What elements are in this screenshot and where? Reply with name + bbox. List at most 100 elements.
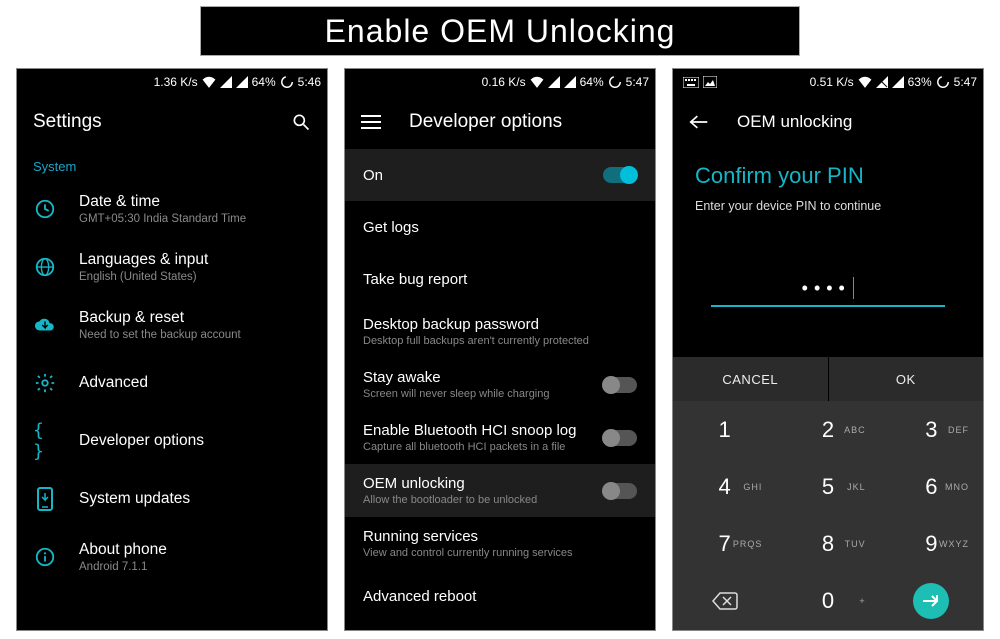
settings-item[interactable]: About phoneAndroid 7.1.1 [17, 528, 327, 586]
settings-item[interactable]: Backup & reset Need to set the backup acc… [17, 296, 327, 354]
keypad-key-4[interactable]: 4GHI [673, 458, 776, 515]
numeric-keypad: 12ABC3DEF4GHI5JKL6MNO7PRQS8TUV9WXYZ0+ [673, 401, 983, 630]
ok-button[interactable]: OK [828, 357, 984, 401]
toggle-switch[interactable] [603, 167, 637, 183]
clock-text: 5:47 [954, 75, 977, 89]
key-letters: JKL [847, 482, 866, 492]
status-bar: 0.16 K/s 64% 5:47 [345, 69, 655, 95]
developer-item[interactable]: Take bug report [345, 253, 655, 305]
toggle-switch[interactable] [603, 483, 637, 499]
oem-app-bar: OEM unlocking [673, 95, 983, 149]
cancel-button[interactable]: CANCEL [673, 357, 828, 401]
menu-icon[interactable] [361, 114, 381, 130]
cloud-icon [33, 313, 57, 337]
net-speed: 0.16 K/s [482, 75, 526, 89]
phones-row: 1.36 K/s 64% 5:46 Settings System Date &… [16, 68, 984, 631]
keypad-key-6[interactable]: 6MNO [880, 458, 983, 515]
item-sub: English (United States) [79, 271, 311, 283]
key-digit: 3 [925, 417, 937, 443]
key-digit: 2 [822, 417, 834, 443]
info-icon [33, 545, 57, 569]
wifi-icon [530, 76, 544, 88]
item-label: OEM unlocking [363, 475, 603, 492]
braces-icon: { } [33, 429, 57, 453]
keypad-key-5[interactable]: 5JKL [776, 458, 879, 515]
item-label: On [363, 167, 603, 184]
cursor [853, 277, 855, 299]
battery-text: 64% [580, 75, 604, 89]
clock-text: 5:46 [298, 75, 321, 89]
section-system: System [17, 149, 327, 180]
toggle-switch[interactable] [603, 377, 637, 393]
settings-item[interactable]: Advanced [17, 354, 327, 412]
item-label: Backup & reset [79, 309, 311, 327]
developer-item[interactable]: Desktop backup passwordDesktop full back… [345, 305, 655, 358]
item-label: Get logs [363, 219, 637, 236]
keypad-key-2[interactable]: 2ABC [776, 401, 879, 458]
item-sub: Screen will never sleep while charging [363, 388, 603, 400]
confirm-pin-title: Confirm your PIN [673, 149, 983, 195]
keypad-key-7[interactable]: 7PRQS [673, 516, 776, 573]
item-sub: View and control currently running servi… [363, 547, 637, 559]
item-sub: Desktop full backups aren't currently pr… [363, 335, 637, 347]
settings-list: Date & time GMT+05:30 India Standard Time… [17, 180, 327, 586]
settings-item[interactable]: System updates [17, 470, 327, 528]
item-sub: Need to set the backup account [79, 329, 311, 341]
page-title: OEM unlocking [737, 112, 852, 132]
status-bar: 0.51 K/s 63% 5:47 [673, 69, 983, 95]
signal-icon [220, 76, 232, 88]
settings-item[interactable]: { } Developer options [17, 412, 327, 470]
key-letters: TUV [845, 539, 866, 549]
keypad-key-8[interactable]: 8TUV [776, 516, 879, 573]
developer-item[interactable]: OEM unlockingAllow the bootloader to be … [345, 464, 655, 517]
keypad-key-9[interactable]: 9WXYZ [880, 516, 983, 573]
settings-item[interactable]: Languages & inputEnglish (United States) [17, 238, 327, 296]
key-digit: 7 [719, 531, 731, 557]
keypad-key-0[interactable]: 0+ [776, 573, 879, 630]
phone-developer-options: 0.16 K/s 64% 5:47 Developer options On Ge… [344, 68, 656, 631]
pin-field-container: •••• [673, 223, 983, 319]
developer-item[interactable]: Stay awake Screen will never sleep while … [345, 358, 655, 411]
item-label: System updates [79, 490, 311, 508]
wifi-icon [202, 76, 216, 88]
item-sub: GMT+05:30 India Standard Time [79, 213, 311, 225]
developer-item[interactable]: Enable Bluetooth HCI snoop logCapture al… [345, 411, 655, 464]
keypad-key-1[interactable]: 1 [673, 401, 776, 458]
phone-oem-pin: 0.51 K/s 63% 5:47 OEM unlocking Confirm … [672, 68, 984, 631]
signal-icon-2 [892, 76, 904, 88]
dialog-actions: CANCEL OK [673, 357, 983, 401]
key-letters: PRQS [733, 539, 763, 549]
net-speed: 1.36 K/s [154, 75, 198, 89]
toggle-switch[interactable] [603, 430, 637, 446]
pin-input[interactable]: •••• [711, 271, 945, 307]
item-label: Advanced reboot [363, 588, 637, 605]
backspace-icon [712, 592, 738, 610]
developer-app-bar: Developer options [345, 95, 655, 149]
update-icon [33, 487, 57, 511]
key-letters: + [859, 596, 865, 606]
enter-key[interactable] [880, 573, 983, 630]
developer-item[interactable]: On [345, 149, 655, 201]
keypad-key-3[interactable]: 3DEF [880, 401, 983, 458]
item-label: Developer options [79, 432, 311, 450]
image-icon [703, 76, 717, 88]
developer-item[interactable]: Get logs [345, 201, 655, 253]
enter-icon [913, 583, 949, 619]
search-icon[interactable] [291, 112, 311, 132]
item-label: Running services [363, 528, 637, 545]
settings-item[interactable]: Date & time GMT+05:30 India Standard Time [17, 180, 327, 238]
developer-item[interactable]: Running services View and control current… [345, 517, 655, 570]
item-sub: Capture all bluetooth HCI packets in a f… [363, 441, 603, 453]
developer-item[interactable]: Advanced reboot [345, 570, 655, 622]
pin-dots: •••• [802, 278, 851, 299]
key-digit: 6 [925, 474, 937, 500]
back-icon[interactable] [689, 114, 709, 130]
developer-list: On Get logs Take bug reportDesktop backup … [345, 149, 655, 622]
item-label: Stay awake [363, 369, 603, 386]
backspace-key[interactable] [673, 573, 776, 630]
item-label: Date & time [79, 193, 311, 211]
signal-icon-2 [564, 76, 576, 88]
key-digit: 4 [719, 474, 731, 500]
page-title: Settings [33, 111, 267, 133]
key-digit: 9 [925, 531, 937, 557]
